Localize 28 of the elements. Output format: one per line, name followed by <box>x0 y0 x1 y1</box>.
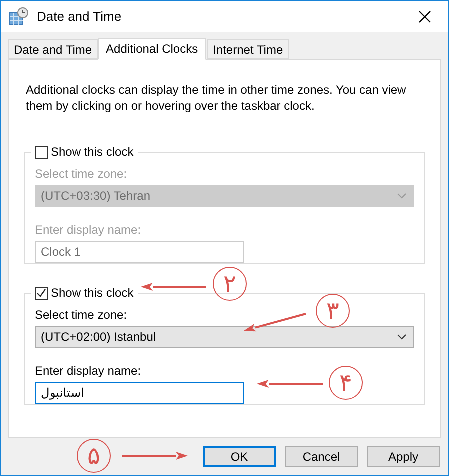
close-icon <box>419 10 431 22</box>
tab[interactable]: Internet Time <box>207 39 290 59</box>
step-number: ۲ <box>213 267 247 301</box>
chevron-down-icon <box>397 193 407 199</box>
step-number: ۵ <box>77 439 111 473</box>
step-number: ۴ <box>329 366 363 400</box>
checkbox-label: Show this clock <box>51 286 134 300</box>
annotation-arrow <box>139 282 208 292</box>
tab[interactable]: Date and Time <box>8 39 98 59</box>
window-title: Date and Time <box>37 9 123 24</box>
dialog-button[interactable]: Cancel <box>285 446 358 467</box>
tab[interactable]: Additional Clocks <box>98 38 206 60</box>
field-label: Select time zone: <box>35 166 128 183</box>
description-text: Additional clocks can display the time in other time zones. You can view them by clicking on or hovering over the taskbar clock. <box>26 82 408 114</box>
annotation-arrow <box>120 451 190 461</box>
field-label: Select time zone: <box>35 307 128 324</box>
step-number: ۳ <box>316 294 350 328</box>
checkbox-label: Show this clock <box>51 145 134 159</box>
dialog-button[interactable]: OK <box>203 446 276 467</box>
calendar-clock-icon <box>9 6 29 26</box>
field-label: Enter display name: <box>35 363 142 380</box>
chevron-down-icon <box>397 334 407 340</box>
field-label: Enter display name: <box>35 222 142 239</box>
dialog-button[interactable]: Apply <box>367 446 440 467</box>
annotation-arrow <box>255 379 325 389</box>
time-zone-dropdown[interactable]: (UTC+02:00) Istanbul <box>35 326 414 348</box>
checkbox[interactable] <box>35 286 48 300</box>
display-name-field[interactable]: استانبول <box>35 382 244 404</box>
